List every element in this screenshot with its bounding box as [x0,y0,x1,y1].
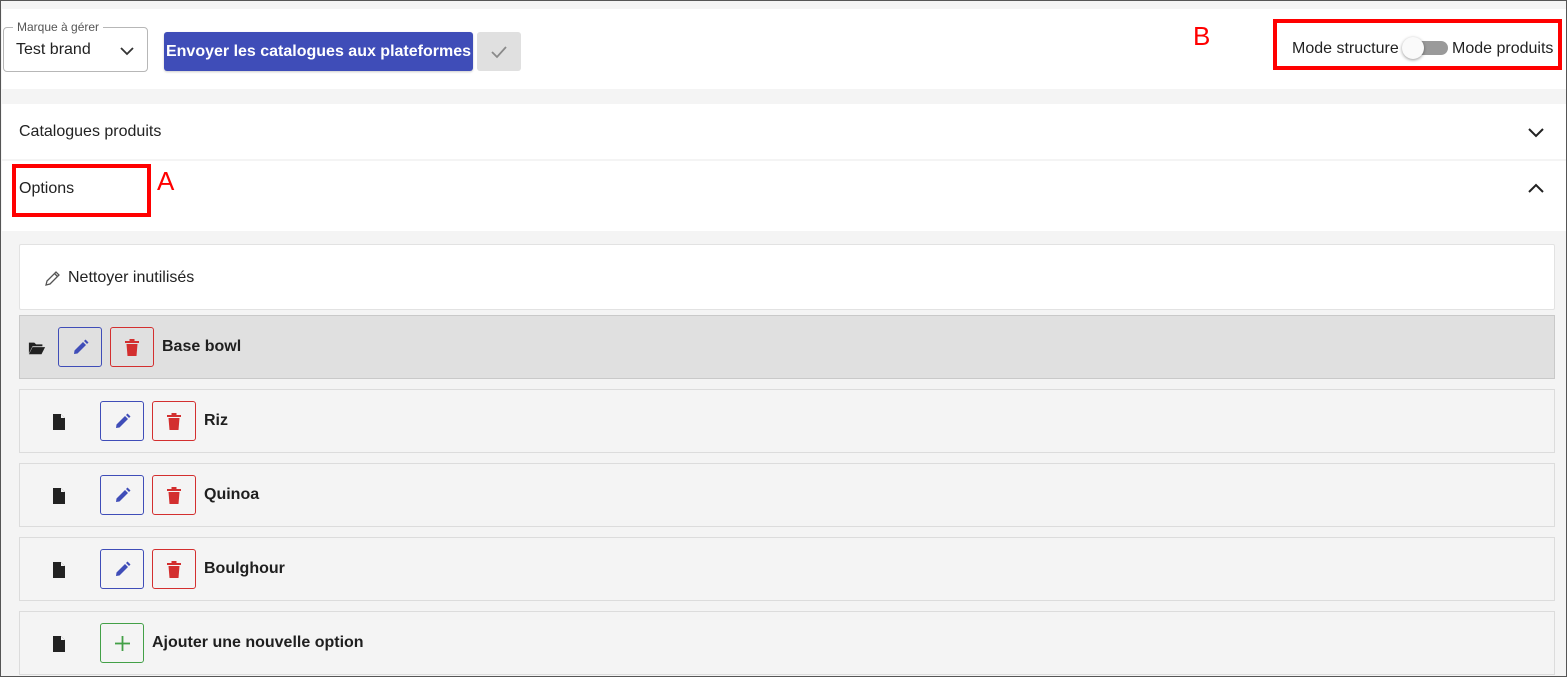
delete-option-button[interactable] [152,549,196,589]
file-icon [53,488,65,504]
pencil-outline-icon [45,271,60,286]
edit-option-button[interactable] [100,475,144,515]
annotation-box-a [12,164,151,217]
check-icon [491,46,507,59]
top-strip [2,1,1566,9]
chevron-up-icon [1528,183,1544,193]
pencil-icon [116,487,131,502]
add-option-row[interactable]: Ajouter une nouvelle option [19,611,1555,675]
folder-open-icon [28,342,46,355]
edit-option-button[interactable] [100,549,144,589]
pencil-icon [74,339,89,354]
chevron-down-icon [120,47,134,56]
annotation-b: B [1193,21,1211,51]
option-group-label: Base bowl [162,338,242,355]
annotation-a: A [157,166,175,196]
option-item-label: Quinoa [204,486,260,503]
option-item-label: Boulghour [204,560,285,577]
trash-icon [125,339,139,356]
pencil-icon [116,561,131,576]
brand-select-value: Test brand [16,41,91,58]
file-icon [53,636,65,652]
option-item-row[interactable]: Boulghour [19,537,1555,601]
plus-icon [115,636,130,651]
send-catalogues-button[interactable]: Envoyer les catalogues aux plateformes [164,32,473,71]
edit-group-button[interactable] [58,327,102,367]
mode-structure-label: Mode structure [1292,40,1399,57]
delete-option-button[interactable] [152,475,196,515]
trash-icon [167,487,181,504]
brand-select-legend: Marque à gérer [13,20,104,34]
mode-products-label: Mode produits [1452,40,1554,57]
trash-icon [167,413,181,430]
cleanup-unused-button[interactable]: Nettoyer inutilisés [19,244,1555,310]
edit-option-button[interactable] [100,401,144,441]
delete-option-button[interactable] [152,401,196,441]
option-item-row[interactable]: Riz [19,389,1555,453]
trash-icon [167,561,181,578]
add-option-button[interactable] [100,623,144,663]
file-icon [53,562,65,578]
pencil-icon [116,413,131,428]
option-group-row[interactable]: Base bowl [19,315,1555,379]
app-frame: Marque à gérer Test brand Envoyer les ca… [0,0,1567,677]
panel-options-header[interactable]: Options [2,161,1566,231]
option-item-row[interactable]: Quinoa [19,463,1555,527]
brand-select[interactable]: Marque à gérer Test brand [3,20,148,72]
delete-group-button[interactable] [110,327,154,367]
file-icon [53,414,65,430]
mode-toggle-switch[interactable] [1402,37,1448,59]
confirm-button[interactable] [477,32,521,71]
option-item-label: Riz [204,412,228,429]
panel-catalogues-header[interactable]: Catalogues produits [2,104,1566,159]
chevron-down-icon [1528,128,1544,138]
cleanup-unused-label: Nettoyer inutilisés [68,269,195,286]
panel-catalogues-title: Catalogues produits [19,123,162,140]
toggle-thumb [1402,37,1424,59]
add-option-label: Ajouter une nouvelle option [152,634,364,651]
